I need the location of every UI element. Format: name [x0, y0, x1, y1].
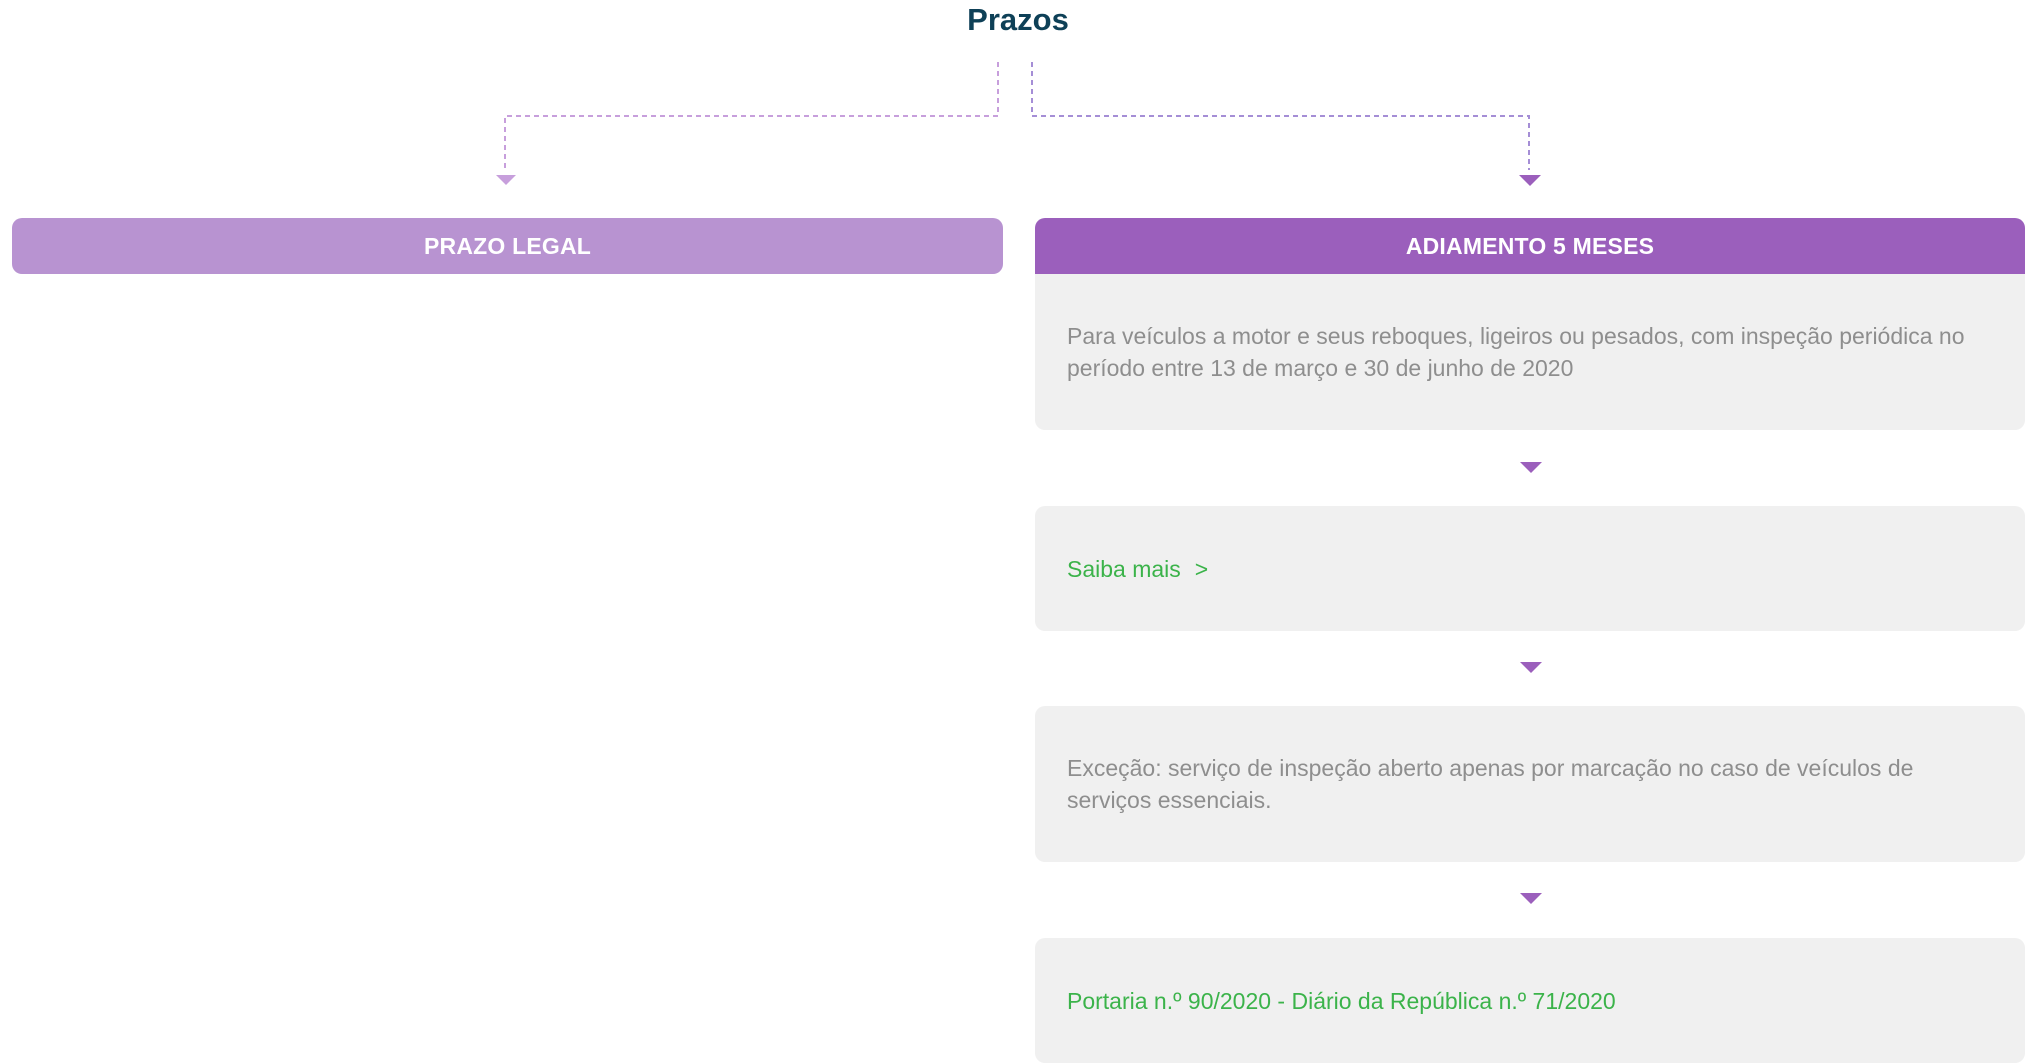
- triangle-down-icon: [1520, 662, 1542, 673]
- description-text: Para veículos a motor e seus reboques, l…: [1067, 323, 1965, 381]
- description-card: Para veículos a motor e seus reboques, l…: [1035, 274, 2025, 430]
- legal-reference-link[interactable]: Portaria n.º 90/2020 - Diário da Repúbli…: [1067, 985, 1616, 1017]
- triangle-down-icon: [1519, 175, 1541, 186]
- connector-left: [504, 62, 999, 170]
- saiba-mais-link[interactable]: Saiba mais: [1067, 553, 1181, 585]
- triangle-down-icon: [1520, 893, 1542, 904]
- exception-text: Exceção: serviço de inspeção aberto apen…: [1067, 755, 1914, 813]
- exception-card: Exceção: serviço de inspeção aberto apen…: [1035, 706, 2025, 862]
- triangle-down-icon: [1520, 462, 1542, 473]
- connector-right: [1031, 62, 1530, 170]
- header-adiamento: ADIAMENTO 5 MESES: [1035, 218, 2025, 274]
- header-prazo-legal: PRAZO LEGAL: [12, 218, 1003, 274]
- triangle-down-icon: [496, 175, 516, 185]
- chevron-right-icon: >: [1194, 555, 1209, 582]
- more-info-card[interactable]: Saiba mais >: [1035, 506, 2025, 631]
- legal-reference-card[interactable]: Portaria n.º 90/2020 - Diário da Repúbli…: [1035, 938, 2025, 1063]
